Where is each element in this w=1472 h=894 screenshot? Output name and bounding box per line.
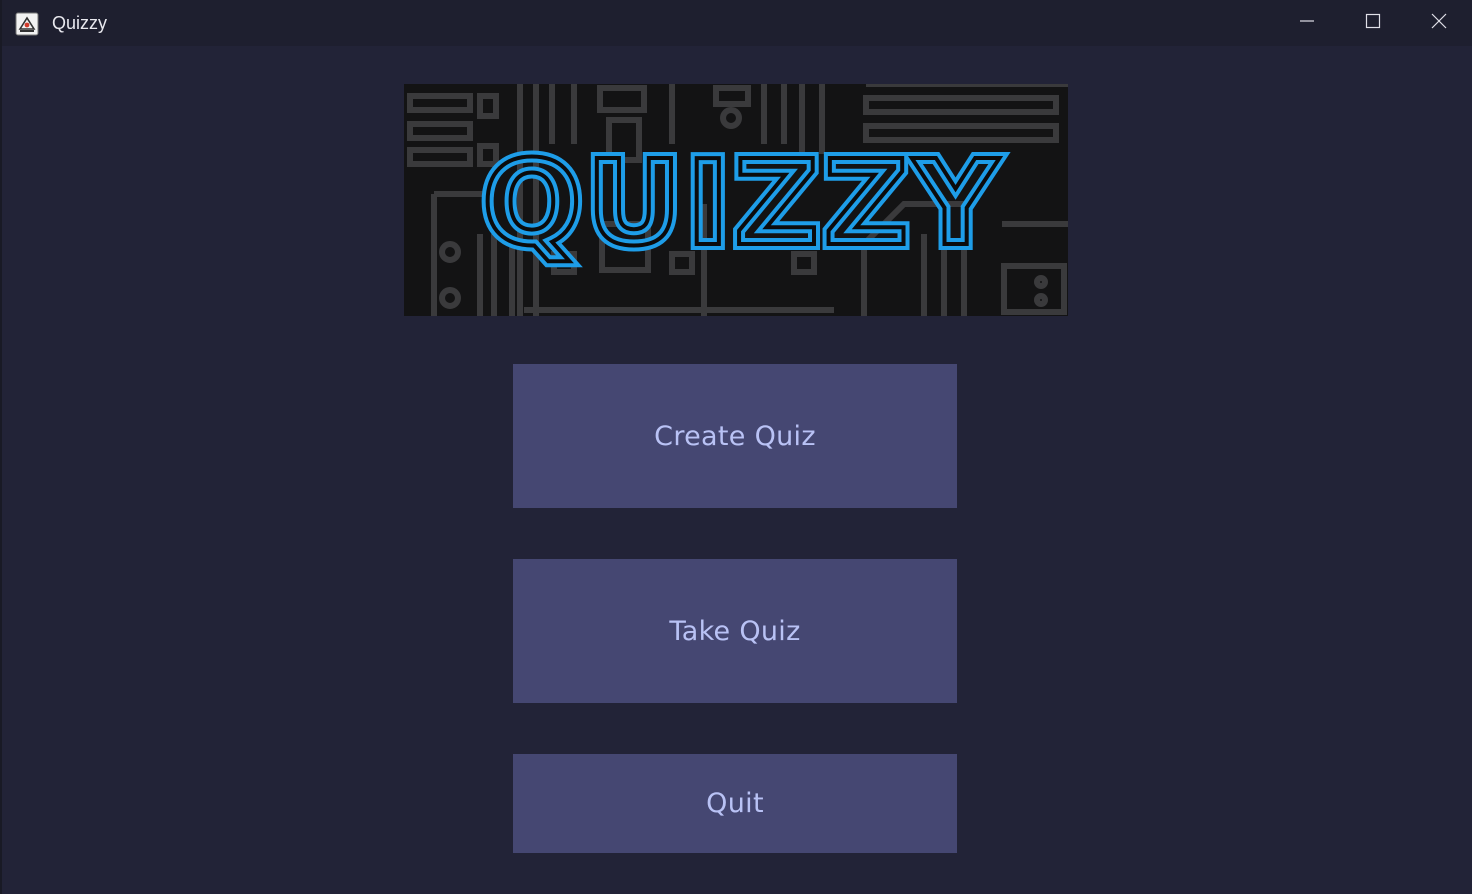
app-window: Quizzy QUIZZY QUIZZY Create Quiz Take Qu… [0, 0, 1472, 894]
take-quiz-label: Take Quiz [669, 615, 801, 647]
maximize-icon [1365, 13, 1381, 34]
create-quiz-label: Create Quiz [654, 420, 816, 452]
quizzy-logo-banner: QUIZZY QUIZZY [404, 84, 1068, 316]
take-quiz-button[interactable]: Take Quiz [513, 559, 957, 703]
quizzy-logo-text: QUIZZY QUIZZY [476, 128, 1005, 278]
minimize-icon [1299, 13, 1315, 34]
quit-button[interactable]: Quit [513, 754, 957, 853]
close-icon [1431, 13, 1447, 34]
title-bar[interactable]: Quizzy [2, 0, 1472, 46]
java-app-icon [15, 12, 39, 36]
svg-text:QUIZZY: QUIZZY [482, 134, 1003, 272]
maximize-button[interactable] [1340, 0, 1406, 46]
window-title: Quizzy [52, 13, 108, 33]
close-button[interactable] [1406, 0, 1472, 46]
create-quiz-button[interactable]: Create Quiz [513, 364, 957, 508]
minimize-button[interactable] [1274, 0, 1340, 46]
quit-label: Quit [706, 788, 764, 819]
